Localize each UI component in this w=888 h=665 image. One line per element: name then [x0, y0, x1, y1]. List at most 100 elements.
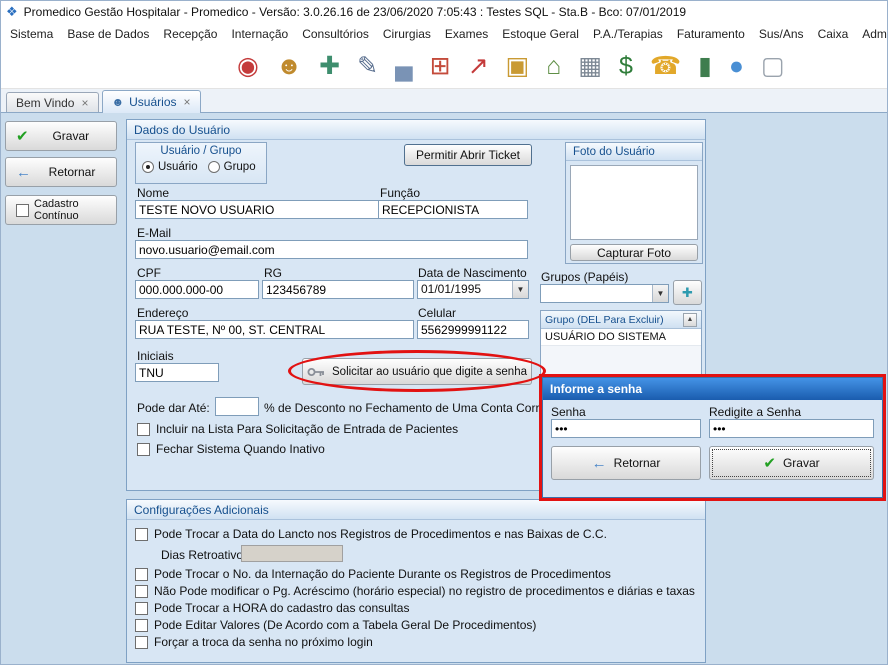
- radio-usuario-circle[interactable]: [142, 161, 154, 173]
- menu-sus-ans[interactable]: Sus/Ans: [752, 24, 811, 44]
- menu-internacao[interactable]: Internação: [224, 24, 295, 44]
- incluir-lista-checkbox-row[interactable]: Incluir na Lista Para Solicitação de Ent…: [137, 422, 458, 436]
- email-input[interactable]: [135, 240, 528, 259]
- senha-input[interactable]: [551, 419, 701, 438]
- bed-icon[interactable]: ▄: [395, 54, 413, 79]
- radio-grupo-circle[interactable]: [208, 161, 220, 173]
- chat-icon[interactable]: ●: [729, 54, 744, 79]
- informe-senha-dialog: Informe a senha Senha Redigite a Senha ←…: [542, 377, 883, 498]
- cadastro-continuo-checkbox[interactable]: [16, 204, 29, 217]
- content-area: ✔ Gravar ← Retornar Cadastro Contínuo Da…: [1, 113, 887, 664]
- config-checkbox-row[interactable]: Pode Trocar a HORA do cadastro das consu…: [135, 601, 409, 615]
- tab-bem-vindo[interactable]: Bem Vindo ×: [6, 92, 99, 112]
- nascimento-value: 01/01/1995: [418, 281, 512, 298]
- cpf-input[interactable]: [135, 280, 259, 299]
- menu-administracao[interactable]: Administração: [855, 24, 887, 44]
- prescription-icon[interactable]: ✎: [357, 54, 378, 79]
- market-icon[interactable]: ⌂: [546, 54, 561, 79]
- foto-group-header: Foto do Usuário: [566, 143, 702, 161]
- tipo-usuario-title: Usuário / Grupo: [136, 143, 266, 157]
- desconto-input[interactable]: [215, 397, 259, 416]
- permitir-abrir-ticket-button[interactable]: Permitir Abrir Ticket: [404, 144, 532, 166]
- capturar-foto-button[interactable]: Capturar Foto: [570, 244, 698, 261]
- menu-base-de-dados[interactable]: Base de Dados: [60, 24, 156, 44]
- config-checkbox-row[interactable]: Pode Trocar o No. da Internação do Pacie…: [135, 567, 611, 581]
- chevron-down-icon[interactable]: ▼: [512, 281, 528, 298]
- config-checkbox-row[interactable]: Não Pode modificar o Pg. Acréscimo (horá…: [135, 584, 695, 598]
- nascimento-combo[interactable]: 01/01/1995 ▼: [417, 280, 529, 299]
- solicitar-senha-button[interactable]: Solicitar ao usuário que digite a senha: [302, 358, 532, 385]
- trocar-hora-label: Pode Trocar a HORA do cadastro das consu…: [154, 601, 409, 615]
- ambulance-icon[interactable]: ⊞: [430, 54, 451, 79]
- tab-usuarios[interactable]: ☻ Usuários ×: [102, 90, 201, 113]
- menu-pa-terapias[interactable]: P.A./Terapias: [586, 24, 670, 44]
- configuracoes-adicionais-group: Configurações Adicionais Pode Trocar a D…: [126, 499, 706, 663]
- config-checkbox-row[interactable]: Forçar a troca da senha no próximo login: [135, 635, 373, 649]
- close-icon[interactable]: ×: [184, 95, 191, 109]
- trocar-hora-checkbox[interactable]: [135, 602, 148, 615]
- tab-strip: Bem Vindo × ☻ Usuários ×: [1, 89, 887, 113]
- fechar-sistema-checkbox[interactable]: [137, 443, 150, 456]
- fechar-sistema-checkbox-row[interactable]: Fechar Sistema Quando Inativo: [137, 442, 325, 456]
- chevron-down-icon[interactable]: ▼: [652, 285, 668, 302]
- check-icon: ✔: [16, 129, 29, 144]
- endereco-input[interactable]: [135, 320, 414, 339]
- doctor-icon[interactable]: ✚: [319, 54, 340, 79]
- redigite-senha-input[interactable]: [709, 419, 874, 438]
- retornar-button[interactable]: ← Retornar: [5, 157, 117, 187]
- dialog-retornar-button[interactable]: ← Retornar: [551, 446, 701, 480]
- add-grupo-button[interactable]: ✚: [673, 280, 702, 305]
- phone-icon[interactable]: ☎: [650, 54, 681, 79]
- menu-recepcao[interactable]: Recepção: [156, 24, 224, 44]
- menu-caixa[interactable]: Caixa: [811, 24, 856, 44]
- gravar-button[interactable]: ✔ Gravar: [5, 121, 117, 151]
- radio-usuario[interactable]: Usuário: [142, 161, 198, 173]
- solicitar-senha-label: Solicitar ao usuário que digite a senha: [332, 366, 527, 378]
- menu-consultorios[interactable]: Consultórios: [295, 24, 376, 44]
- gravar-label: Gravar: [36, 129, 106, 143]
- editar-valores-checkbox[interactable]: [135, 619, 148, 632]
- menu-cirurgias[interactable]: Cirurgias: [376, 24, 438, 44]
- ledger-book-icon[interactable]: ▮: [698, 54, 712, 79]
- menu-sistema[interactable]: Sistema: [3, 24, 60, 44]
- menu-exames[interactable]: Exames: [438, 24, 495, 44]
- editar-valores-label: Pode Editar Valores (De Acordo com a Tab…: [154, 618, 536, 632]
- trocar-data-lancto-checkbox[interactable]: [135, 528, 148, 541]
- config-checkbox-row[interactable]: Pode Trocar a Data do Lancto nos Registr…: [135, 527, 607, 541]
- senha-label: Senha: [551, 405, 586, 419]
- celular-input[interactable]: [417, 320, 529, 339]
- scroll-up-icon[interactable]: ▲: [683, 313, 697, 327]
- incluir-lista-checkbox[interactable]: [137, 423, 150, 436]
- forcar-troca-senha-checkbox[interactable]: [135, 636, 148, 649]
- trocar-no-internacao-checkbox[interactable]: [135, 568, 148, 581]
- menu-estoque-geral[interactable]: Estoque Geral: [495, 24, 586, 44]
- nao-modificar-pg-checkbox[interactable]: [135, 585, 148, 598]
- grupo-row[interactable]: USUÁRIO DO SISTEMA: [541, 329, 701, 346]
- group-header: Configurações Adicionais: [127, 500, 705, 520]
- reception-icon[interactable]: ☻: [276, 54, 302, 79]
- permitir-abrir-ticket-label: Permitir Abrir Ticket: [416, 148, 520, 162]
- nome-input[interactable]: [135, 200, 379, 219]
- config-checkbox-row[interactable]: Pode Editar Valores (De Acordo com a Tab…: [135, 618, 536, 632]
- cadastro-continuo-toggle[interactable]: Cadastro Contínuo: [5, 195, 117, 225]
- billing-chart-icon[interactable]: ↗: [468, 54, 489, 79]
- cash-calculator-icon[interactable]: $: [619, 54, 633, 79]
- iniciais-input[interactable]: [135, 363, 219, 382]
- grupos-papeis-combo[interactable]: ▼: [540, 284, 669, 303]
- close-icon[interactable]: ×: [81, 96, 88, 110]
- dialog-gravar-label: Gravar: [783, 456, 820, 470]
- window-title: Promedico Gestão Hospitalar - Promedico …: [24, 5, 686, 19]
- safe-icon[interactable]: ▦: [578, 54, 602, 79]
- tab-label: Bem Vindo: [16, 96, 74, 110]
- window-icon[interactable]: ▢: [761, 54, 785, 79]
- rg-input[interactable]: [262, 280, 414, 299]
- stock-package-icon[interactable]: ▣: [506, 54, 530, 79]
- funcao-label: Função: [380, 186, 420, 200]
- cpf-label: CPF: [137, 266, 161, 280]
- dialog-gravar-button[interactable]: ✔ Gravar: [709, 446, 874, 480]
- funcao-input[interactable]: [378, 200, 528, 219]
- radio-grupo[interactable]: Grupo: [208, 161, 256, 173]
- exit-icon[interactable]: ◉: [237, 54, 259, 79]
- group-header: Dados do Usuário: [127, 120, 705, 140]
- menu-faturamento[interactable]: Faturamento: [670, 24, 752, 44]
